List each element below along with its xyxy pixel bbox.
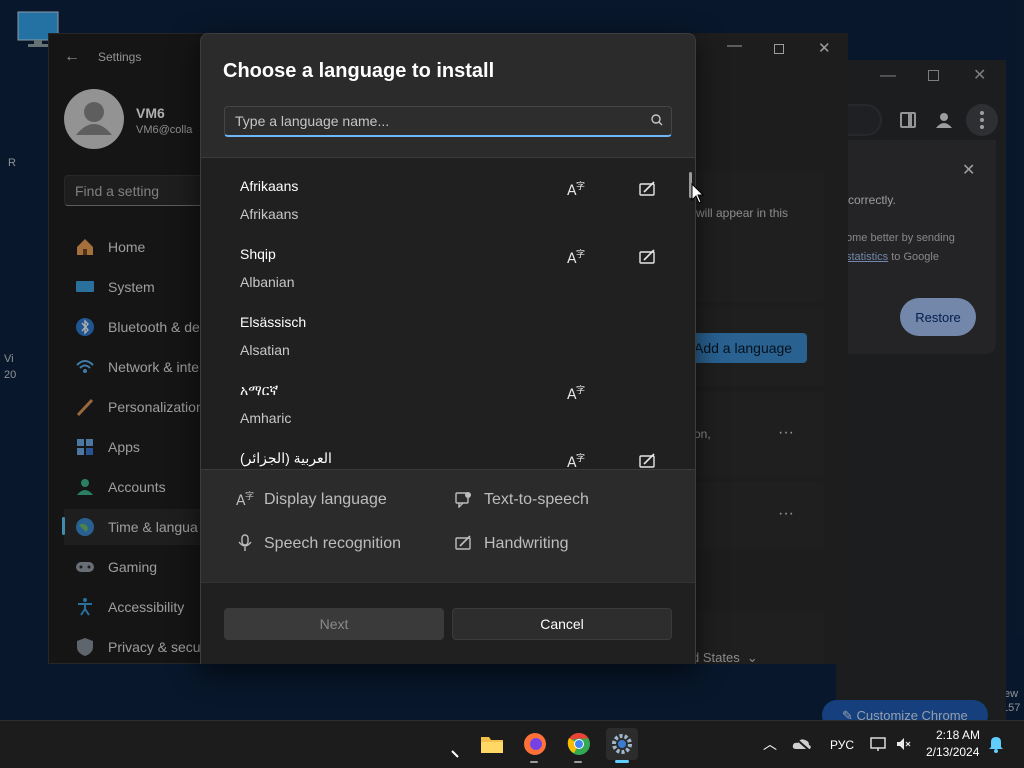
- language-native-name: Afrikaans: [240, 178, 299, 194]
- language-search-input[interactable]: [224, 106, 672, 137]
- svg-text:字: 字: [245, 490, 254, 502]
- volume-muted-icon[interactable]: [895, 736, 911, 757]
- svg-text:字: 字: [576, 384, 585, 396]
- handwriting-icon: [455, 534, 473, 557]
- chrome-icon[interactable]: [563, 728, 595, 760]
- mouse-cursor-icon: [691, 182, 705, 210]
- legend-text-to-speech: Text-to-speech: [484, 491, 589, 508]
- firefox-icon[interactable]: [519, 728, 551, 760]
- language-english-name: Albanian: [240, 274, 295, 290]
- settings-taskbar-icon[interactable]: [606, 728, 638, 760]
- legend-handwriting: Handwriting: [484, 535, 569, 552]
- display-language-icon: A字: [567, 452, 585, 469]
- language-list-item[interactable]: አማርኛ Amharic A 字: [201, 368, 691, 436]
- text-to-speech-icon: [455, 490, 473, 513]
- svg-text:字: 字: [576, 180, 585, 192]
- running-app-indicator: [574, 761, 582, 763]
- svg-text:字: 字: [576, 248, 585, 260]
- clock-date[interactable]: 2/13/2024: [926, 745, 979, 759]
- clock-time[interactable]: 2:18 AM: [936, 728, 980, 742]
- language-list-item[interactable]: Shqip Albanian A 字: [201, 232, 691, 300]
- running-app-indicator: [530, 761, 538, 763]
- search-icon: [650, 113, 664, 132]
- language-list-item[interactable]: Afrikaans Afrikaans A 字: [201, 164, 691, 232]
- cloud-offline-icon[interactable]: [792, 736, 812, 757]
- display-language-icon: A字: [236, 490, 254, 513]
- language-list[interactable]: Afrikaans Afrikaans A 字 Shqip Albanian A 字 Elsäs…: [201, 157, 695, 470]
- language-list-item[interactable]: العربية (الجزائر) A 字: [201, 436, 691, 469]
- language-list-item[interactable]: Elsässisch Alsatian: [201, 300, 691, 368]
- cancel-button[interactable]: Cancel: [452, 608, 672, 640]
- display-language-icon: A字: [567, 384, 585, 403]
- handwriting-icon: [639, 180, 657, 198]
- legend-speech-recognition: Speech recognition: [264, 535, 401, 552]
- language-english-name: Alsatian: [240, 342, 290, 358]
- network-icon[interactable]: [870, 736, 886, 757]
- notification-bell-icon[interactable]: [988, 735, 1004, 758]
- handwriting-icon: [639, 452, 657, 469]
- language-native-name: Elsässisch: [240, 314, 307, 330]
- chevron-up-icon[interactable]: ︿: [763, 734, 777, 754]
- language-native-name: Shqip: [240, 246, 276, 262]
- active-app-indicator: [615, 760, 629, 763]
- next-button[interactable]: Next: [224, 608, 444, 640]
- legend-display-language: Display language: [264, 491, 387, 508]
- microphone-icon: [236, 534, 254, 557]
- language-native-name: العربية (الجزائر): [240, 450, 332, 466]
- search-taskbar-icon[interactable]: [450, 746, 460, 764]
- input-language-indicator[interactable]: РУС: [830, 738, 854, 752]
- dialog-title: Choose a language to install: [223, 60, 495, 82]
- display-language-icon: A字: [567, 180, 585, 199]
- svg-text:字: 字: [576, 452, 585, 464]
- display-language-icon: A字: [567, 248, 585, 267]
- language-native-name: አማርኛ: [240, 382, 279, 398]
- handwriting-icon: [639, 248, 657, 266]
- language-english-name: Afrikaans: [240, 206, 299, 222]
- file-explorer-icon[interactable]: [476, 728, 508, 760]
- language-english-name: Amharic: [240, 410, 292, 426]
